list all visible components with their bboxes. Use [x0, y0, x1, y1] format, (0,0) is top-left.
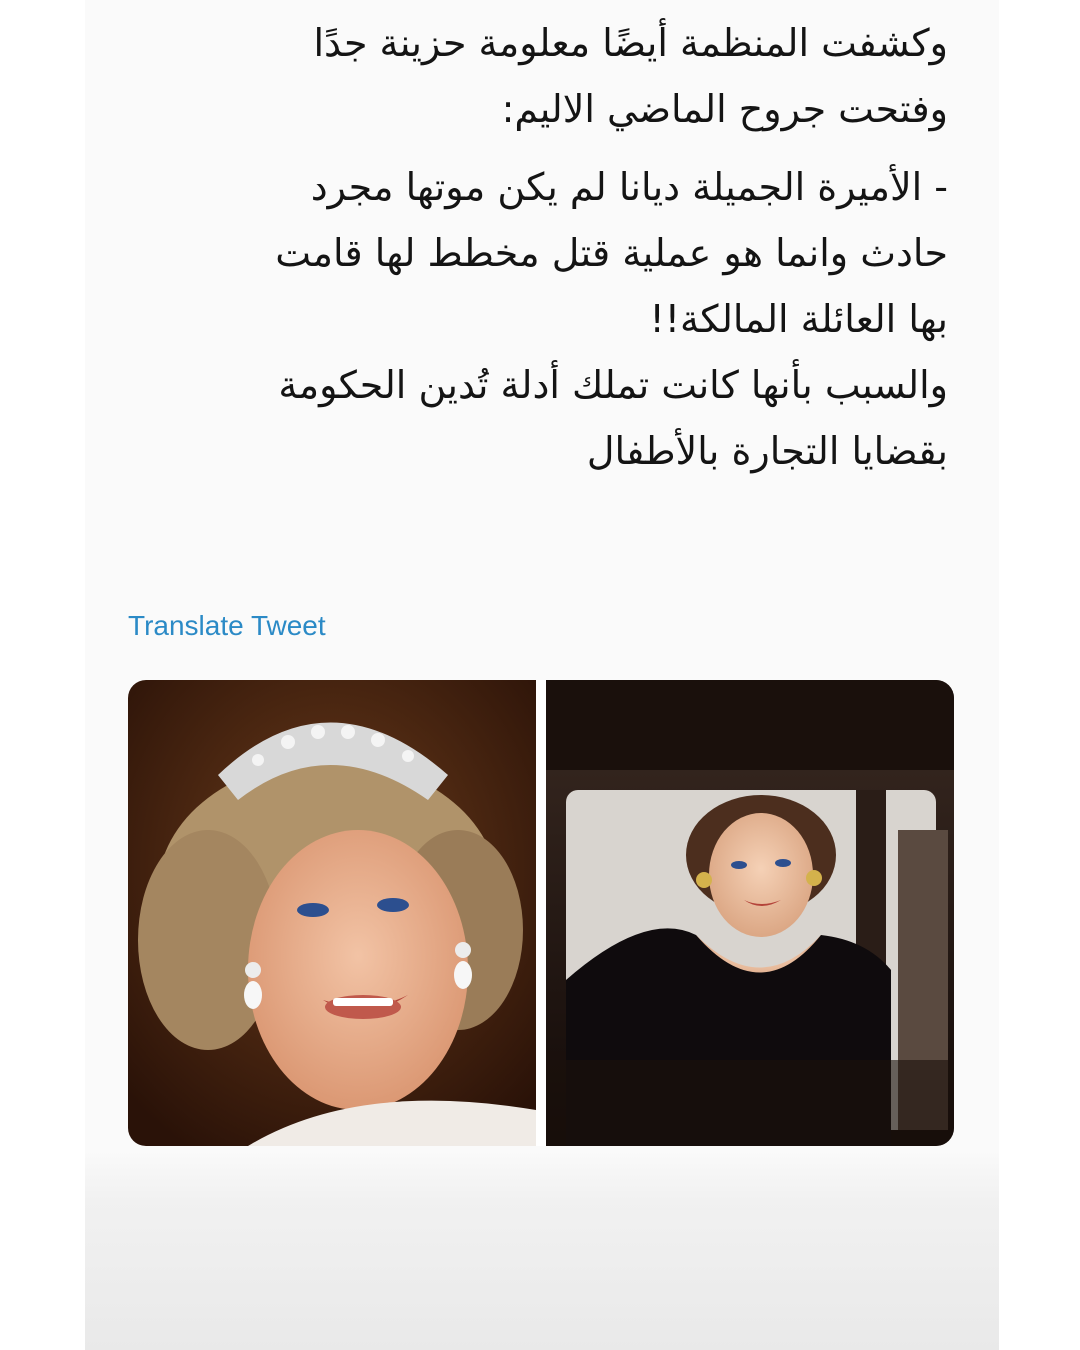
right-margin — [995, 0, 1080, 1350]
tweet-line: بقضايا التجارة بالأطفال — [586, 429, 948, 473]
woman-wearing-tiara-photo[interactable] — [128, 680, 536, 1146]
tweet-media-grid — [128, 680, 954, 1146]
tweet-text: وكشفت المنظمة أيضًا معلومة حزينة جدًا وف… — [128, 10, 948, 484]
tweet-line: وفتحت جروح الماضي الاليم: — [501, 87, 948, 131]
tweet-line: والسبب بأنها كانت تملك أدلة تُدين الحكوم… — [278, 363, 948, 407]
woman-in-car-window-photo[interactable] — [546, 680, 954, 1146]
tweet-line: حادث وانما هو عملية قتل مخطط لها قامت — [275, 231, 948, 275]
left-margin — [0, 0, 85, 1350]
tweet-line: - الأميرة الجميلة ديانا لم يكن موتها مجر… — [310, 165, 948, 209]
tweet-line: وكشفت المنظمة أيضًا معلومة حزينة جدًا — [313, 21, 948, 65]
tweet-line: بها العائلة المالكة!! — [649, 297, 949, 341]
translate-tweet-link[interactable]: Translate Tweet — [128, 610, 326, 642]
